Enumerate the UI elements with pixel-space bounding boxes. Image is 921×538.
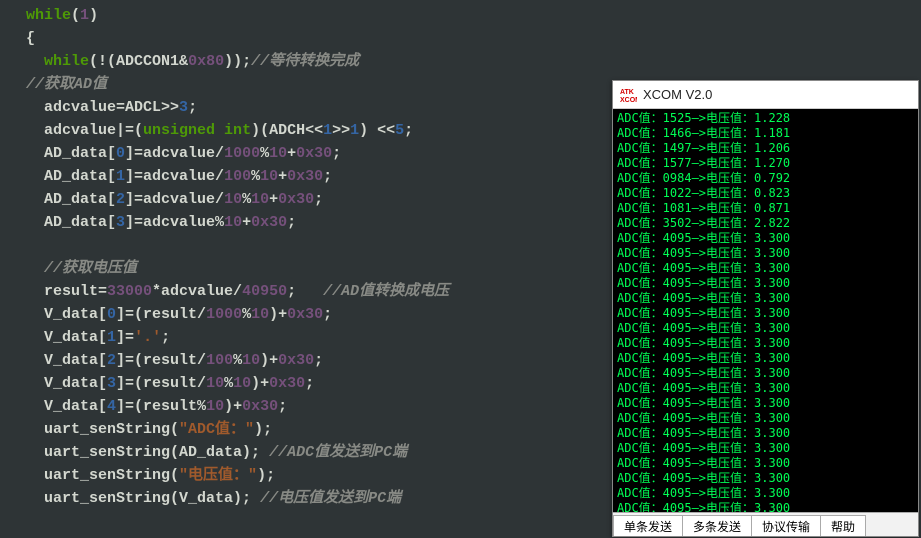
serial-line: ADC值：1022—>电压值：0.823	[617, 186, 914, 201]
serial-tab[interactable]: 多条发送	[682, 515, 752, 536]
serial-line: ADC值：4095—>电压值：3.300	[617, 261, 914, 276]
code-line: while(1)	[8, 4, 913, 27]
serial-output[interactable]: ADC值：1525—>电压值：1.228ADC值：1466—>电压值：1.181…	[613, 109, 918, 512]
serial-line: ADC值：4095—>电压值：3.300	[617, 246, 914, 261]
serial-line: ADC值：0984—>电压值：0.792	[617, 171, 914, 186]
serial-line: ADC值：1577—>电压值：1.270	[617, 156, 914, 171]
serial-line: ADC值：4095—>电压值：3.300	[617, 231, 914, 246]
serial-monitor-window: ATK XCOM XCOM V2.0 ADC值：1525—>电压值：1.228A…	[612, 80, 919, 537]
serial-tabs: 单条发送多条发送协议传输帮助	[613, 512, 918, 536]
serial-line: ADC值：4095—>电压值：3.300	[617, 291, 914, 306]
serial-line: ADC值：4095—>电压值：3.300	[617, 501, 914, 512]
serial-line: ADC值：4095—>电压值：3.300	[617, 486, 914, 501]
serial-line: ADC值：4095—>电压值：3.300	[617, 321, 914, 336]
serial-line: ADC值：4095—>电压值：3.300	[617, 411, 914, 426]
serial-line: ADC值：4095—>电压值：3.300	[617, 351, 914, 366]
serial-tab[interactable]: 单条发送	[613, 515, 683, 536]
serial-line: ADC值：4095—>电压值：3.300	[617, 441, 914, 456]
serial-line: ADC值：4095—>电压值：3.300	[617, 336, 914, 351]
serial-tab[interactable]: 协议传输	[751, 515, 821, 536]
serial-line: ADC值：4095—>电压值：3.300	[617, 276, 914, 291]
serial-line: ADC值：4095—>电压值：3.300	[617, 366, 914, 381]
svg-text:ATK: ATK	[620, 89, 634, 96]
serial-line: ADC值：1466—>电压值：1.181	[617, 126, 914, 141]
code-line: {	[8, 27, 913, 50]
app-logo-icon: ATK XCOM	[619, 86, 637, 104]
svg-text:XCOM: XCOM	[620, 97, 637, 104]
serial-line: ADC值：1497—>电压值：1.206	[617, 141, 914, 156]
serial-line: ADC值：4095—>电压值：3.300	[617, 471, 914, 486]
serial-line: ADC值：4095—>电压值：3.300	[617, 306, 914, 321]
serial-line: ADC值：3502—>电压值：2.822	[617, 216, 914, 231]
serial-line: ADC值：4095—>电压值：3.300	[617, 381, 914, 396]
serial-tab[interactable]: 帮助	[820, 515, 866, 536]
serial-line: ADC值：1525—>电压值：1.228	[617, 111, 914, 126]
code-line: while(!(ADCCON1&0x80));//等待转换完成	[8, 50, 913, 73]
serial-titlebar[interactable]: ATK XCOM XCOM V2.0	[613, 81, 918, 109]
serial-line: ADC值：1081—>电压值：0.871	[617, 201, 914, 216]
serial-title: XCOM V2.0	[643, 87, 712, 102]
serial-line: ADC值：4095—>电压值：3.300	[617, 396, 914, 411]
serial-line: ADC值：4095—>电压值：3.300	[617, 426, 914, 441]
serial-line: ADC值：4095—>电压值：3.300	[617, 456, 914, 471]
